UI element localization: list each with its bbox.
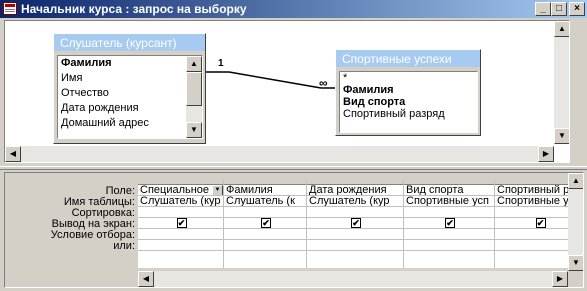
grid-column[interactable]: Специальное з ▼ Слушатель (кур ✔ <box>138 180 224 268</box>
relationship-one-label: 1 <box>218 58 224 69</box>
design-grid-pane[interactable]: Поле: Имя таблицы: Сортировка: Вывод на … <box>4 172 584 288</box>
table-sports-caption[interactable]: Спортивные успехи <box>336 50 480 67</box>
query-icon <box>3 2 17 15</box>
scroll-up-icon[interactable]: ▲ <box>568 173 583 189</box>
diagram-vertical-scrollbar[interactable]: ▲ ▼ <box>554 21 569 144</box>
table-listener-field-list[interactable]: Фамилия Имя Отчество Дата рождения Домаш… <box>57 55 203 139</box>
table-sports-field-list[interactable]: * Фамилия Вид спорта Спортивный разряд <box>339 71 478 133</box>
show-checkbox[interactable]: ✔ <box>176 218 187 228</box>
scroll-up-icon[interactable]: ▲ <box>186 56 202 72</box>
show-checkbox[interactable]: ✔ <box>351 218 361 228</box>
grid-cell-criteria[interactable] <box>224 229 306 240</box>
field-item[interactable]: Дата рождения <box>58 101 202 116</box>
scroll-thumb[interactable] <box>186 72 202 106</box>
field-item[interactable]: Фамилия <box>340 84 477 96</box>
field-item[interactable]: Домашний адрес <box>58 116 202 131</box>
close-button[interactable]: × <box>569 2 585 16</box>
field-value: Специальное з <box>140 185 218 196</box>
title-bar[interactable]: Начальник курса : запрос на выборку _ □ … <box>0 0 587 18</box>
scroll-left-icon[interactable]: ◀ <box>138 271 154 287</box>
grid-horizontal-scrollbar[interactable]: ◀ ▶ <box>138 271 568 287</box>
grid-cell-show[interactable]: ✔ <box>307 218 403 229</box>
field-item[interactable]: Фамилия <box>58 56 202 71</box>
table-listener-caption[interactable]: Слушатель (курсант) <box>54 34 205 51</box>
grid-cell-table[interactable]: Слушатель (к <box>224 196 306 207</box>
scroll-down-icon[interactable]: ▼ <box>568 255 583 271</box>
chevron-down-icon[interactable]: ▼ <box>212 185 223 195</box>
field-item[interactable]: Отчество <box>58 86 202 101</box>
scroll-down-icon[interactable]: ▼ <box>554 128 569 144</box>
grid-row-labels: Поле: Имя таблицы: Сортировка: Вывод на … <box>5 181 138 252</box>
table-listener-scrollbar[interactable]: ▲ ▼ <box>186 56 202 138</box>
scroll-left-icon[interactable]: ◀ <box>5 146 21 162</box>
minimize-button[interactable]: _ <box>535 2 551 16</box>
maximize-button[interactable]: □ <box>551 2 567 16</box>
field-item[interactable]: Вид спорта <box>340 96 477 108</box>
pane-splitter[interactable] <box>0 166 587 170</box>
grid-cell-or[interactable] <box>138 240 223 251</box>
grid-cell-sort[interactable] <box>404 207 494 218</box>
show-checkbox[interactable]: ✔ <box>261 218 271 228</box>
scroll-right-icon[interactable]: ▶ <box>552 271 568 287</box>
grid-cell-criteria[interactable] <box>138 229 223 240</box>
query-grid[interactable]: Специальное з ▼ Слушатель (кур ✔ Фамилия… <box>138 180 583 268</box>
grid-column[interactable]: Фамилия Слушатель (к ✔ <box>224 180 307 268</box>
grid-cell-field[interactable]: Специальное з ▼ <box>138 185 223 196</box>
table-sports[interactable]: Спортивные успехи * Фамилия Вид спорта С… <box>335 49 481 136</box>
grid-cell-table[interactable]: Спортивные усп <box>404 196 494 207</box>
grid-cell-criteria[interactable] <box>307 229 403 240</box>
grid-cell-show[interactable]: ✔ <box>404 218 494 229</box>
show-checkbox[interactable]: ✔ <box>535 218 546 228</box>
scroll-down-icon[interactable]: ▼ <box>186 122 202 138</box>
grid-vertical-scrollbar[interactable]: ▲ ▼ <box>568 173 583 271</box>
table-listener[interactable]: Слушатель (курсант) Фамилия Имя Отчество… <box>53 33 206 144</box>
window-title: Начальник курса : запрос на выборку <box>21 2 247 16</box>
field-item[interactable]: Имя <box>58 71 202 86</box>
diagram-horizontal-scrollbar[interactable]: ◀ ▶ <box>5 146 554 162</box>
grid-cell-field[interactable]: Фамилия <box>224 185 306 196</box>
grid-cell-sort[interactable] <box>307 207 403 218</box>
grid-column[interactable]: Дата рождения Слушатель (кур ✔ <box>307 180 404 268</box>
query-window: Начальник курса : запрос на выборку _ □ … <box>0 0 587 291</box>
row-label-or: или: <box>113 240 135 252</box>
grid-cell-criteria[interactable] <box>404 229 494 240</box>
grid-cell-table[interactable]: Слушатель (кур <box>307 196 403 207</box>
grid-cell-field[interactable]: Дата рождения <box>307 185 403 196</box>
field-item[interactable]: * <box>340 72 477 84</box>
grid-cell-field[interactable]: Вид спорта <box>404 185 494 196</box>
relationship-many-label: ∞ <box>319 76 328 90</box>
grid-cell-or[interactable] <box>404 240 494 251</box>
scroll-up-icon[interactable]: ▲ <box>554 21 569 37</box>
field-item[interactable]: Спортивный разряд <box>340 108 477 120</box>
table-diagram-pane[interactable]: 1 ∞ Слушатель (курсант) Фамилия Имя Отче… <box>4 20 570 163</box>
show-checkbox[interactable]: ✔ <box>445 218 455 228</box>
grid-cell-or[interactable] <box>224 240 306 251</box>
grid-cell-sort[interactable] <box>224 207 306 218</box>
grid-cell-or[interactable] <box>307 240 403 251</box>
grid-cell-table[interactable]: Слушатель (кур <box>138 196 223 207</box>
grid-cell-show[interactable]: ✔ <box>224 218 306 229</box>
grid-cell-sort[interactable] <box>138 207 223 218</box>
scroll-right-icon[interactable]: ▶ <box>538 146 554 162</box>
grid-cell-show[interactable]: ✔ <box>138 218 223 229</box>
grid-column[interactable]: Вид спорта Спортивные усп ✔ <box>404 180 495 268</box>
